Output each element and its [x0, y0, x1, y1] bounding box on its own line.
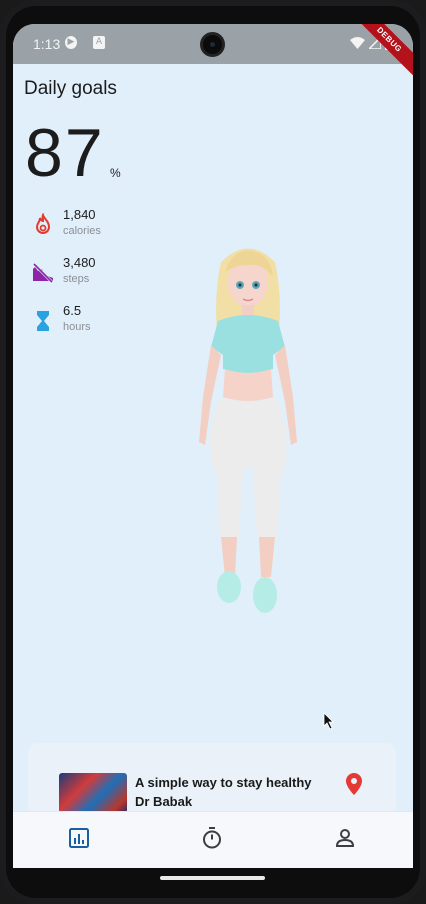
stat-label: steps	[63, 273, 90, 285]
home-gesture-bar[interactable]	[160, 876, 265, 880]
location-pin-icon[interactable]	[345, 773, 363, 795]
stat-label: calories	[63, 225, 101, 237]
stat-calories: 1,840 calories	[31, 207, 151, 247]
nav-chart-icon[interactable]	[67, 826, 91, 850]
stat-steps: 3,480 steps	[31, 255, 151, 295]
percent-unit: %	[110, 166, 121, 180]
wifi-icon	[350, 37, 365, 49]
article-thumbnail	[59, 773, 127, 813]
app-screen: 1:13 ▶ A DEBUG Daily goals 87 % 1,840 ca…	[13, 24, 413, 868]
hourglass-icon	[37, 311, 49, 331]
flame-icon	[35, 213, 51, 234]
stat-value: 1,840	[63, 207, 96, 222]
nav-profile-icon[interactable]	[333, 826, 357, 850]
stat-value: 6.5	[63, 303, 82, 318]
a-badge-icon: A	[93, 36, 105, 49]
status-time: 1:13	[33, 36, 61, 52]
article-title: A simple way to stay healthy	[135, 775, 312, 790]
front-camera	[200, 32, 225, 57]
mouse-cursor-icon	[323, 712, 334, 730]
debug-ribbon: DEBUG	[347, 24, 413, 82]
page-title: Daily goals	[24, 78, 117, 99]
status-bar: 1:13 ▶ A DEBUG	[13, 24, 413, 82]
article-author: Dr Babak	[135, 794, 193, 809]
stat-label: hours	[63, 321, 91, 333]
device-frame: 1:13 ▶ A DEBUG Daily goals 87 % 1,840 ca…	[0, 0, 426, 904]
nav-timer-icon[interactable]	[200, 826, 224, 850]
daily-goal-percent: 87	[25, 115, 105, 191]
avatar-character	[199, 248, 297, 613]
shield-play-icon: ▶	[65, 36, 77, 49]
bottom-navigation	[13, 811, 413, 868]
stat-hours: 6.5 hours	[31, 303, 151, 343]
steps-icon	[32, 262, 54, 284]
stat-value: 3,480	[63, 255, 96, 270]
